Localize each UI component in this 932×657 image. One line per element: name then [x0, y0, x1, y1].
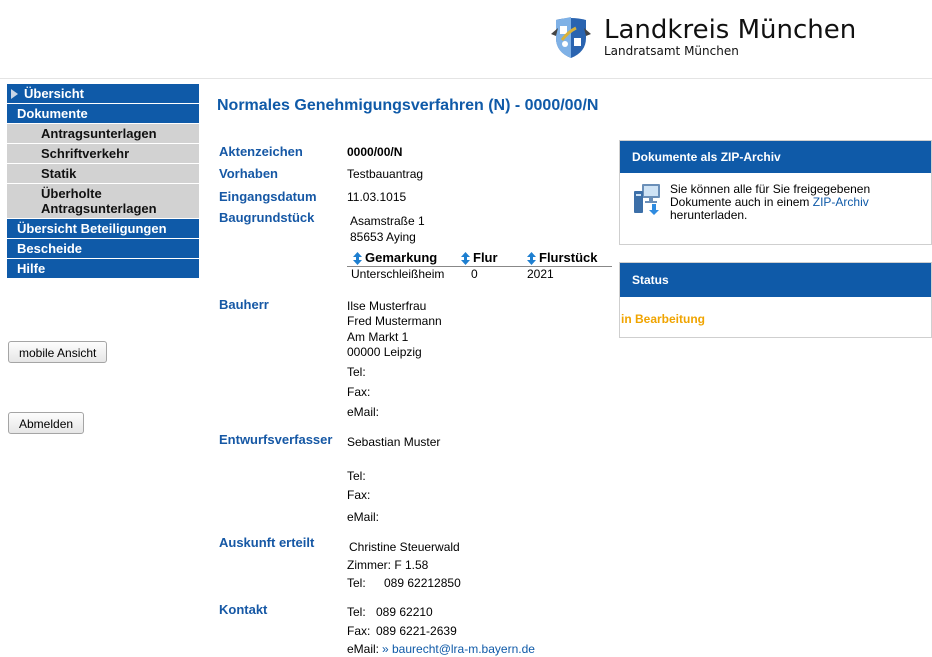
parcel-table: Gemarkung Flur Flurstück Unterschleißhei… [347, 250, 612, 281]
value-auskunft-tel: 089 62212850 [384, 576, 461, 590]
header: Landkreis München Landratsamt München [0, 0, 932, 79]
label-vorhaben: Vorhaben [219, 166, 278, 181]
sidebar-item-dokumente[interactable]: Dokumente [7, 104, 199, 124]
sidebar-item-antragsunterlagen[interactable]: Antragsunterlagen [7, 124, 199, 144]
value-auskunft-name: Christine Steuerwald [349, 540, 460, 554]
column-header-flurstueck[interactable]: Flurstück [527, 250, 607, 266]
value-bauherr-city: 00000 Leipzig [347, 345, 422, 359]
column-header-gemarkung[interactable]: Gemarkung [347, 250, 461, 266]
value-kontakt-fax-label: Fax: [347, 624, 371, 638]
cell-flurstueck: 2021 [527, 267, 554, 281]
label-eingangsdatum: Eingangsdatum [219, 189, 317, 204]
parcel-table-header: Gemarkung Flur Flurstück [347, 250, 612, 267]
status-panel-title: Status [620, 263, 931, 297]
value-entwurfsverfasser-email: eMail: [347, 510, 380, 524]
label-baugrundstueck: Baugrundstück [219, 210, 315, 225]
value-kontakt-email-label: eMail: [347, 642, 380, 656]
value-bauherr-tel: Tel: [347, 365, 366, 379]
sidebar-item-ueberholte-antragsunterlagen[interactable]: Überholte Antragsunterlagen [7, 184, 199, 219]
cell-flur: 0 [471, 267, 478, 281]
value-kontakt-fax: 089 6221-2639 [376, 624, 457, 638]
mobile-view-button[interactable]: mobile Ansicht [8, 341, 108, 363]
sidebar-item-label: Übersicht [24, 86, 84, 101]
zip-panel-title: Dokumente als ZIP-Archiv [620, 141, 931, 173]
sidebar-item-schriftverkehr[interactable]: Schriftverkehr [7, 144, 199, 164]
value-plot-city: 85653 Aying [350, 230, 416, 244]
value-eingangsdatum: 11.03.1015 [347, 190, 407, 204]
logo-title: Landkreis München [604, 14, 857, 45]
status-value: in Bearbeitung [621, 312, 706, 326]
value-entwurfsverfasser-tel: Tel: [347, 469, 366, 483]
value-auskunft-zimmer: Zimmer: F 1.58 [347, 558, 429, 572]
value-bauherr-name2: Fred Mustermann [347, 314, 442, 328]
sort-icon [527, 251, 536, 265]
value-auskunft-tel-label: Tel: [347, 576, 366, 590]
label-auskunft: Auskunft erteilt [219, 535, 315, 550]
zip-panel-body: Sie können alle für Sie freigegebenen Do… [620, 173, 931, 222]
zip-archive-panel: Dokumente als ZIP-Archiv Sie können alle… [619, 140, 932, 245]
sort-icon [461, 251, 470, 265]
cell-gemarkung: Unterschleißheim [351, 267, 445, 281]
value-aktenzeichen: 0000/00/N [347, 145, 403, 159]
email-link[interactable]: » baurecht@lra-m.bayern.de [382, 641, 535, 657]
page-title: Normales Genehmigungsverfahren (N) - 000… [217, 97, 599, 114]
value-entwurfsverfasser-fax: Fax: [347, 488, 371, 502]
sidebar-item-uebersicht[interactable]: Übersicht [7, 84, 199, 104]
sort-icon [353, 251, 362, 265]
value-bauherr-fax: Fax: [347, 385, 371, 399]
value-bauherr-street: Am Markt 1 [347, 330, 409, 344]
value-kontakt-tel-label: Tel: [347, 605, 366, 619]
label-kontakt: Kontakt [219, 602, 268, 617]
sidebar-item-uebersicht-beteiligungen[interactable]: Übersicht Beteiligungen [7, 219, 199, 239]
value-bauherr-email: eMail: [347, 405, 380, 419]
logo-subtitle: Landratsamt München [604, 43, 739, 58]
label-aktenzeichen: Aktenzeichen [219, 144, 303, 159]
status-panel: Status in Bearbeitung [619, 262, 932, 338]
zip-panel-text: Sie können alle für Sie freigegebenen Do… [670, 182, 871, 222]
value-kontakt-tel: 089 62210 [376, 605, 433, 619]
value-plot-street: Asamstraße 1 [350, 214, 425, 228]
play-arrow-icon [11, 89, 18, 99]
label-bauherr: Bauherr [219, 297, 269, 312]
label-entwurfsverfasser: Entwurfsverfasser [219, 432, 333, 447]
coat-of-arms-icon [551, 17, 591, 58]
sidebar-item-statik[interactable]: Statik [7, 164, 199, 184]
table-row: Unterschleißheim 0 2021 [347, 267, 612, 281]
sidebar-nav: Übersicht Dokumente Antragsunterlagen Sc… [7, 84, 199, 279]
sidebar-item-hilfe[interactable]: Hilfe [7, 259, 199, 279]
logo[interactable]: Landkreis München Landratsamt München [548, 12, 856, 62]
logout-button[interactable]: Abmelden [8, 412, 85, 434]
value-entwurfsverfasser-name: Sebastian Muster [347, 435, 441, 449]
sidebar-item-bescheide[interactable]: Bescheide [7, 239, 199, 259]
computer-download-icon [634, 184, 660, 215]
value-bauherr-name1: Ilse Musterfrau [347, 299, 427, 313]
header-divider [0, 78, 932, 79]
value-vorhaben: Testbauantrag [347, 167, 424, 181]
column-header-flur[interactable]: Flur [461, 250, 527, 266]
zip-archive-link[interactable]: ZIP-Archiv [813, 195, 869, 209]
